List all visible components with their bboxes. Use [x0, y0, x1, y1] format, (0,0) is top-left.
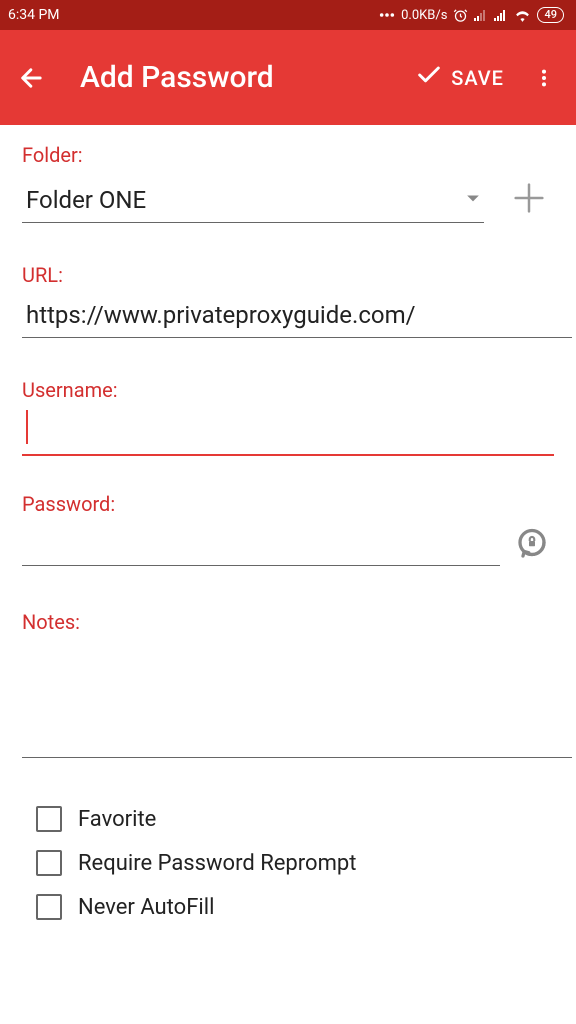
save-button[interactable]: SAVE [415, 61, 504, 94]
folder-label: Folder: [22, 143, 554, 167]
signal-icon-1 [474, 9, 488, 21]
check-icon [415, 61, 443, 94]
overflow-menu-button[interactable] [522, 56, 566, 100]
username-label: Username: [22, 378, 554, 402]
notes-input[interactable] [22, 638, 572, 758]
checkbox-label: Require Password Reprompt [78, 851, 356, 876]
page-title: Add Password [80, 60, 397, 95]
signal-icon-2 [494, 9, 508, 21]
more-dots-icon [379, 10, 395, 20]
notes-label: Notes: [22, 610, 554, 634]
url-input[interactable] [22, 291, 572, 338]
status-bar: 6:34 PM 0.0KB/s 49 [0, 0, 576, 30]
reprompt-checkbox[interactable]: Require Password Reprompt [22, 850, 554, 876]
add-folder-button[interactable] [504, 173, 554, 223]
status-icons: 0.0KB/s 49 [379, 7, 564, 23]
folder-value: Folder ONE [26, 186, 466, 214]
checkbox-label: Never AutoFill [78, 895, 214, 920]
checkbox-label: Favorite [78, 807, 156, 832]
url-label: URL: [22, 263, 554, 287]
checkbox-box [36, 850, 62, 876]
password-label: Password: [22, 492, 554, 516]
checkbox-box [36, 806, 62, 832]
password-input[interactable] [22, 520, 500, 566]
network-speed: 0.0KB/s [401, 8, 447, 23]
checkbox-box [36, 894, 62, 920]
back-button[interactable] [10, 56, 54, 100]
chevron-down-icon [466, 191, 480, 210]
folder-select[interactable]: Folder ONE [22, 176, 484, 223]
save-label: SAVE [451, 66, 504, 90]
form-content: Folder: Folder ONE URL: Username: Passwo… [0, 125, 576, 920]
favorite-checkbox[interactable]: Favorite [22, 806, 554, 832]
never-autofill-checkbox[interactable]: Never AutoFill [22, 894, 554, 920]
generate-password-button[interactable] [510, 522, 554, 566]
app-header: Add Password SAVE [0, 30, 576, 125]
alarm-icon [453, 8, 468, 23]
battery-indicator: 49 [537, 7, 564, 23]
username-input[interactable] [22, 406, 554, 456]
wifi-icon [514, 9, 531, 22]
status-time: 6:34 PM [8, 7, 60, 23]
